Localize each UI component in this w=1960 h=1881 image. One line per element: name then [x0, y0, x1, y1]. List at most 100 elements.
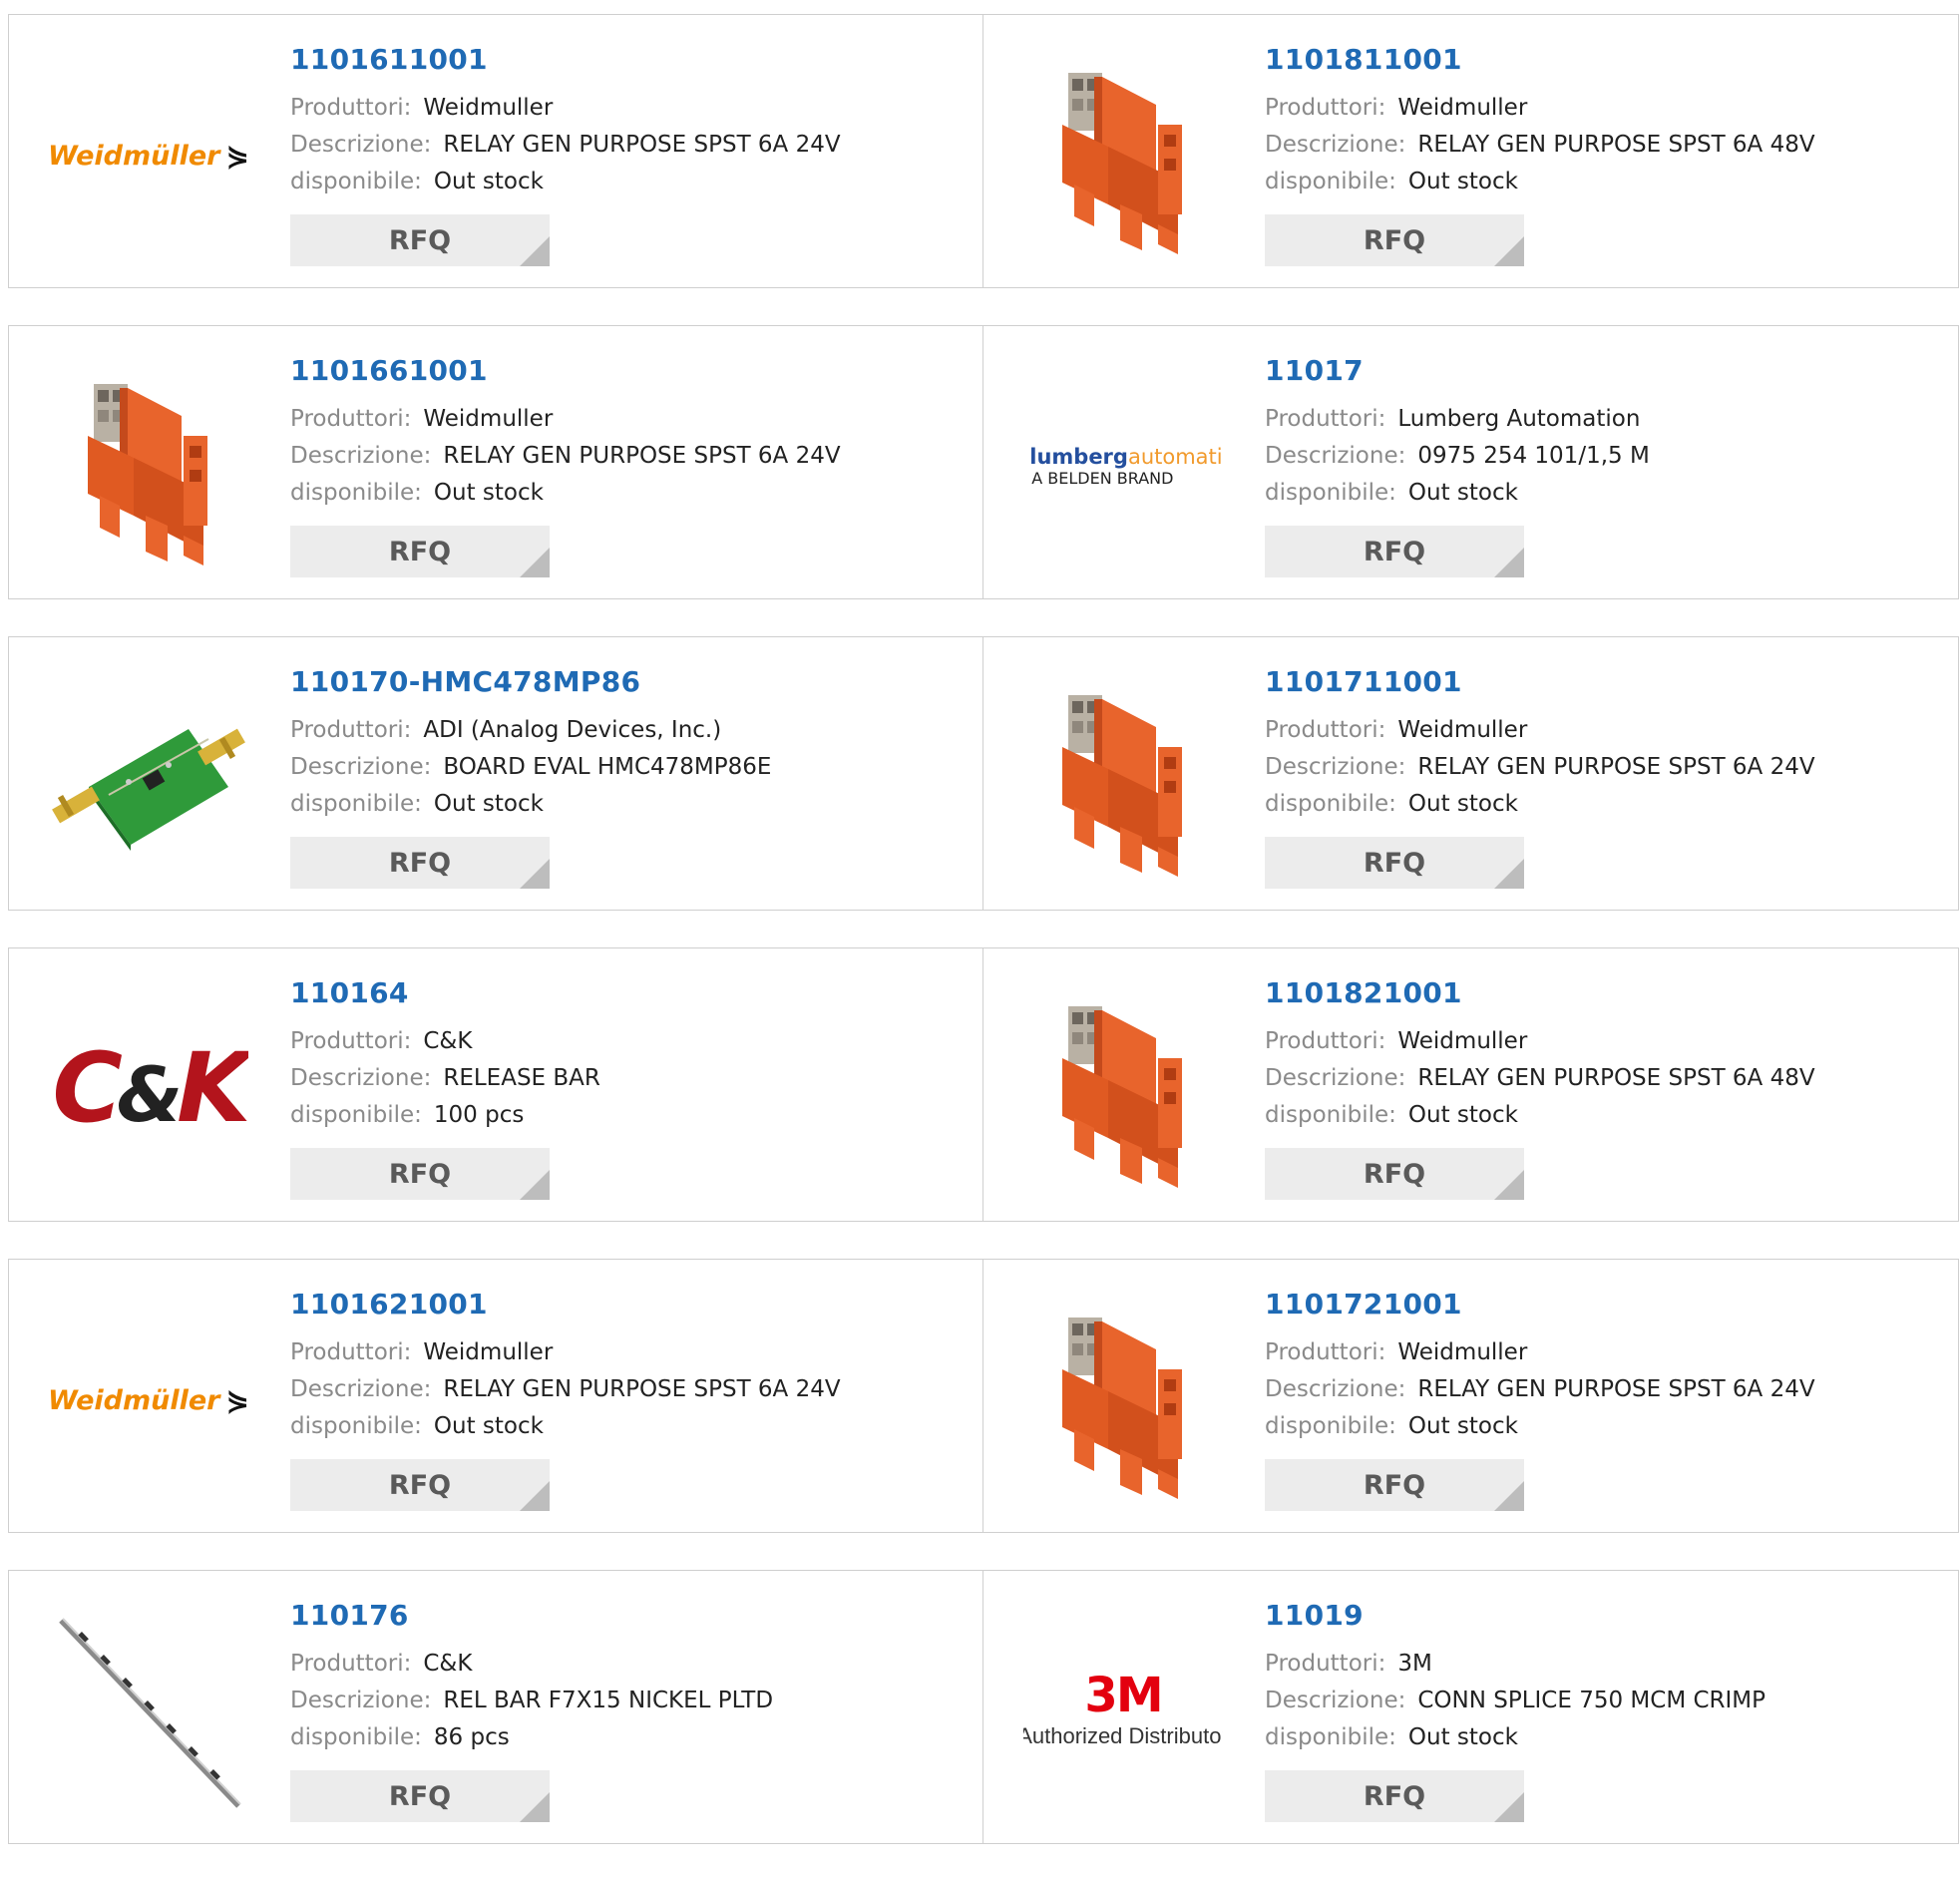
part-number-link[interactable]: 1101811001 [1265, 43, 1815, 76]
description-value: RELAY GEN PURPOSE SPST 6A 48V [1417, 132, 1815, 158]
part-number-link[interactable]: 110164 [290, 976, 600, 1009]
rfq-button[interactable]: RFQ [290, 837, 550, 889]
part-number-link[interactable]: 11019 [1265, 1599, 1765, 1632]
rfq-button[interactable]: RFQ [1265, 1459, 1524, 1511]
manufacturer-label: Produttori: [1265, 1651, 1386, 1677]
rfq-button[interactable]: RFQ [1265, 837, 1524, 889]
product-grid: Weidmüller ⋟ 1101611001 Produttori: Weidmu… [8, 14, 1960, 1881]
availability-line: disponibile: Out stock [1265, 1408, 1815, 1445]
product-image[interactable] [49, 366, 248, 565]
part-number-link[interactable]: 1101821001 [1265, 976, 1815, 1009]
part-number-link[interactable]: 1101721001 [1265, 1288, 1815, 1320]
rfq-button[interactable]: RFQ [290, 1459, 550, 1511]
product-card: Weidmüller ⋟ 1101611001 Produttori: Weidmu… [8, 14, 983, 288]
corner-triangle-icon [1494, 1792, 1524, 1822]
rfq-button[interactable]: RFQ [1265, 214, 1524, 266]
product-image[interactable] [49, 677, 248, 877]
availability-value: Out stock [1407, 480, 1518, 506]
description-value: RELAY GEN PURPOSE SPST 6A 24V [1417, 1376, 1815, 1402]
manufacturer-line: Produttori: Weidmuller [1265, 1023, 1815, 1060]
description-value: REL BAR F7X15 NICKEL PLTD [443, 1688, 774, 1713]
rfq-button[interactable]: RFQ [1265, 1148, 1524, 1200]
description-label: Descrizione: [1265, 1376, 1406, 1402]
product-info: 110176 Produttori: C&K Descrizione: REL BA… [290, 1599, 773, 1756]
rfq-button[interactable]: RFQ [290, 1148, 550, 1200]
description-label: Descrizione: [290, 132, 432, 158]
product-image[interactable] [49, 1611, 248, 1810]
availability-line: disponibile: Out stock [1265, 1719, 1765, 1756]
description-line: Descrizione: CONN SPLICE 750 MCM CRIMP [1265, 1683, 1765, 1719]
manufacturer-value: 3M [1397, 1651, 1432, 1677]
corner-triangle-icon [520, 1170, 550, 1200]
product-image[interactable] [1023, 677, 1223, 877]
description-value: RELAY GEN PURPOSE SPST 6A 48V [1417, 1065, 1815, 1091]
ck-logo: C&K [52, 1032, 248, 1144]
product-image[interactable]: Weidmüller ⋟ [49, 55, 248, 254]
rfq-button[interactable]: RFQ [290, 526, 550, 577]
product-info: 11017 Produttori: Lumberg Automation Desc… [1265, 354, 1650, 512]
manufacturer-value: ADI (Analog Devices, Inc.) [423, 717, 722, 743]
description-label: Descrizione: [1265, 443, 1406, 469]
manufacturer-label: Produttori: [290, 95, 412, 121]
product-info: 1101711001 Produttori: Weidmuller Descriz… [1265, 665, 1815, 823]
product-row: 110176 Produttori: C&K Descrizione: REL BA… [8, 1570, 1960, 1844]
availability-label: disponibile: [290, 169, 422, 194]
manufacturer-line: Produttori: Weidmuller [290, 90, 841, 127]
description-label: Descrizione: [290, 754, 432, 780]
rfq-button[interactable]: RFQ [290, 1770, 550, 1822]
product-image[interactable]: C&K [49, 988, 248, 1188]
product-image[interactable] [1023, 55, 1223, 254]
product-image[interactable] [1023, 1300, 1223, 1499]
manufacturer-line: Produttori: Weidmuller [290, 1334, 841, 1371]
product-info: 1101611001 Produttori: Weidmuller Descriz… [290, 43, 841, 200]
description-label: Descrizione: [290, 1065, 432, 1091]
rfq-label: RFQ [1363, 536, 1426, 567]
corner-triangle-icon [1494, 236, 1524, 266]
description-label: Descrizione: [1265, 132, 1406, 158]
part-number-link[interactable]: 1101711001 [1265, 665, 1815, 698]
rfq-button[interactable]: RFQ [290, 214, 550, 266]
product-info: 1101821001 Produttori: Weidmuller Descriz… [1265, 976, 1815, 1134]
product-row: Weidmüller ⋟ 1101621001 Produttori: Weidmu… [8, 1259, 1960, 1533]
product-image[interactable]: @ lumbergautomation A BELDEN BRAND [1023, 366, 1223, 565]
part-number-link[interactable]: 110176 [290, 1599, 773, 1632]
description-line: Descrizione: RELAY GEN PURPOSE SPST 6A 48… [1265, 127, 1815, 164]
part-number-link[interactable]: 11017 [1265, 354, 1650, 387]
part-number-link[interactable]: 1101621001 [290, 1288, 841, 1320]
product-info: 1101661001 Produttori: Weidmuller Descriz… [290, 354, 841, 512]
manufacturer-value: C&K [423, 1028, 473, 1054]
manufacturer-line: Produttori: Weidmuller [1265, 1334, 1815, 1371]
availability-label: disponibile: [1265, 1102, 1396, 1128]
description-label: Descrizione: [290, 443, 432, 469]
description-label: Descrizione: [1265, 1065, 1406, 1091]
product-card: 1101811001 Produttori: Weidmuller Descriz… [983, 14, 1959, 288]
product-image[interactable]: 3M Authorized Distributor [1023, 1611, 1223, 1810]
part-number-link[interactable]: 1101661001 [290, 354, 841, 387]
availability-line: disponibile: Out stock [290, 475, 841, 512]
rfq-label: RFQ [1363, 1469, 1426, 1501]
product-image[interactable] [1023, 988, 1223, 1188]
part-number-link[interactable]: 110170-HMC478MP86 [290, 665, 771, 698]
product-info: 1101721001 Produttori: Weidmuller Descriz… [1265, 1288, 1815, 1445]
manufacturer-value: C&K [423, 1651, 473, 1677]
product-info: 110164 Produttori: C&K Descrizione: RELEAS… [290, 976, 600, 1134]
manufacturer-line: Produttori: Weidmuller [290, 401, 841, 438]
part-number-link[interactable]: 1101611001 [290, 43, 841, 76]
description-value: RELEASE BAR [443, 1065, 600, 1091]
product-card: 1101711001 Produttori: Weidmuller Descriz… [983, 636, 1959, 911]
product-info: 1101621001 Produttori: Weidmuller Descriz… [290, 1288, 841, 1445]
product-row: 1101661001 Produttori: Weidmuller Descriz… [8, 325, 1960, 599]
manufacturer-value: Weidmuller [1397, 1339, 1528, 1365]
rfq-button[interactable]: RFQ [1265, 526, 1524, 577]
description-line: Descrizione: RELEASE BAR [290, 1060, 600, 1097]
manufacturer-label: Produttori: [290, 406, 412, 432]
corner-triangle-icon [520, 236, 550, 266]
availability-line: disponibile: Out stock [290, 164, 841, 200]
product-image[interactable]: Weidmüller ⋟ [49, 1300, 248, 1499]
product-card: 1101821001 Produttori: Weidmuller Descriz… [983, 947, 1959, 1222]
rfq-button[interactable]: RFQ [1265, 1770, 1524, 1822]
availability-value: Out stock [1407, 1413, 1518, 1439]
availability-value: Out stock [433, 169, 544, 194]
description-line: Descrizione: REL BAR F7X15 NICKEL PLTD [290, 1683, 773, 1719]
product-info: 1101811001 Produttori: Weidmuller Descriz… [1265, 43, 1815, 200]
